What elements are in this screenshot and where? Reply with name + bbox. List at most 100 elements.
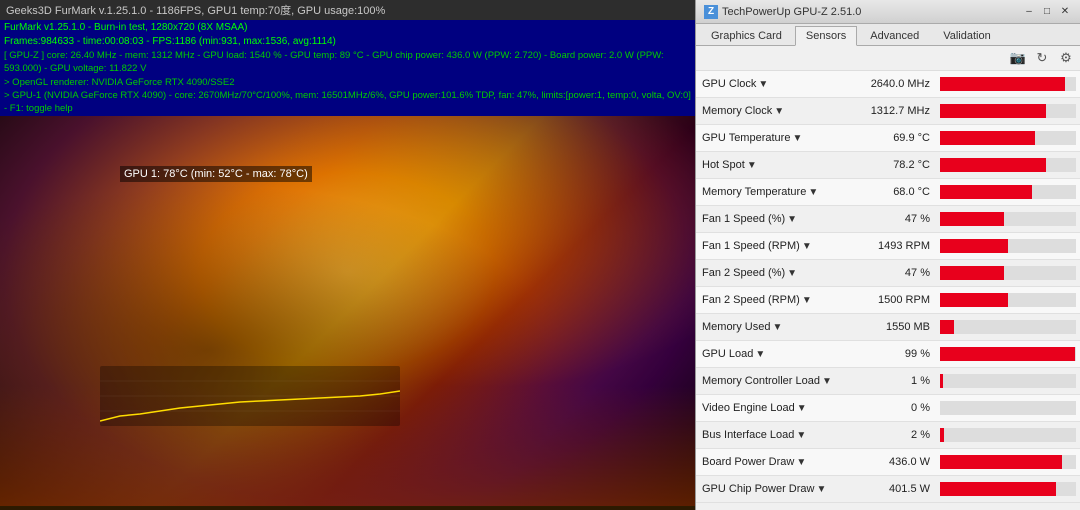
sensor-bar-1 xyxy=(940,104,1046,118)
sensor-value-7: 47 % xyxy=(856,267,936,279)
sensor-dropdown-10[interactable]: ▼ xyxy=(755,349,765,360)
minimize-button[interactable]: – xyxy=(1022,5,1036,19)
sensor-bar-container-13 xyxy=(940,428,1076,442)
sensor-value-6: 1493 RPM xyxy=(856,240,936,252)
sensor-row-3: Hot Spot▼78.2 °C xyxy=(696,152,1080,179)
sensor-row-9: Memory Used▼1550 MB xyxy=(696,314,1080,341)
sensor-bar-container-14 xyxy=(940,455,1076,469)
sensor-name-0: GPU Clock▼ xyxy=(696,78,856,90)
maximize-button[interactable]: □ xyxy=(1040,5,1054,19)
sensor-dropdown-5[interactable]: ▼ xyxy=(787,214,797,225)
furmark-titlebar: Geeks3D FurMark v.1.25.1.0 - 1186FPS, GP… xyxy=(0,0,695,20)
sensor-dropdown-15[interactable]: ▼ xyxy=(816,484,826,495)
gpu-temp-label: GPU 1: 78°C (min: 52°C - max: 78°C) xyxy=(120,166,312,182)
sensor-bar-11 xyxy=(940,374,943,388)
sensor-name-15: GPU Chip Power Draw▼ xyxy=(696,483,856,495)
screenshot-icon[interactable]: 📷 xyxy=(1008,48,1028,68)
sensor-value-8: 1500 RPM xyxy=(856,294,936,306)
sensor-bar-container-7 xyxy=(940,266,1076,280)
sensor-bar-container-12 xyxy=(940,401,1076,415)
sensor-name-12: Video Engine Load▼ xyxy=(696,402,856,414)
sensor-dropdown-7[interactable]: ▼ xyxy=(787,268,797,279)
furmark-info-line6: - F1: toggle help xyxy=(4,102,691,115)
sensor-bar-0 xyxy=(940,77,1065,91)
sensor-bar-7 xyxy=(940,266,1004,280)
sensor-name-7: Fan 2 Speed (%)▼ xyxy=(696,267,856,279)
sensor-value-4: 68.0 °C xyxy=(856,186,936,198)
sensor-value-13: 2 % xyxy=(856,429,936,441)
sensor-dropdown-4[interactable]: ▼ xyxy=(808,187,818,198)
settings-icon[interactable]: ⚙ xyxy=(1056,48,1076,68)
sensor-bar-container-15 xyxy=(940,482,1076,496)
sensor-row-7: Fan 2 Speed (%)▼47 % xyxy=(696,260,1080,287)
sensor-value-11: 1 % xyxy=(856,375,936,387)
sensors-table: GPU Clock▼2640.0 MHz Memory Clock▼1312.7 … xyxy=(696,71,1080,510)
sensor-name-6: Fan 1 Speed (RPM)▼ xyxy=(696,240,856,252)
sensor-name-11: Memory Controller Load▼ xyxy=(696,375,856,387)
sensor-value-0: 2640.0 MHz xyxy=(856,78,936,90)
sensor-dropdown-0[interactable]: ▼ xyxy=(758,79,768,90)
sensor-name-1: Memory Clock▼ xyxy=(696,105,856,117)
sensor-bar-6 xyxy=(940,239,1008,253)
sensor-value-12: 0 % xyxy=(856,402,936,414)
gpuz-title-text: TechPowerUp GPU-Z 2.51.0 xyxy=(722,6,861,18)
sensor-dropdown-1[interactable]: ▼ xyxy=(774,106,784,117)
sensor-row-6: Fan 1 Speed (RPM)▼1493 RPM xyxy=(696,233,1080,260)
sensor-bar-10 xyxy=(940,347,1075,361)
sensor-row-2: GPU Temperature▼69.9 °C xyxy=(696,125,1080,152)
sensor-value-1: 1312.7 MHz xyxy=(856,105,936,117)
tab-sensors[interactable]: Sensors xyxy=(795,26,857,46)
furmark-info-line4: > OpenGL renderer: NVIDIA GeForce RTX 40… xyxy=(4,76,691,89)
sensor-row-10: GPU Load▼99 % xyxy=(696,341,1080,368)
sensor-dropdown-9[interactable]: ▼ xyxy=(772,322,782,333)
sensor-dropdown-8[interactable]: ▼ xyxy=(802,295,812,306)
sensor-name-3: Hot Spot▼ xyxy=(696,159,856,171)
sensor-dropdown-11[interactable]: ▼ xyxy=(822,376,832,387)
temperature-graph xyxy=(100,366,400,426)
tab-graphics-card[interactable]: Graphics Card xyxy=(700,26,793,45)
furmark-panel: Geeks3D FurMark v.1.25.1.0 - 1186FPS, GP… xyxy=(0,0,695,510)
sensor-dropdown-12[interactable]: ▼ xyxy=(797,403,807,414)
sensor-value-10: 99 % xyxy=(856,348,936,360)
sensor-value-9: 1550 MB xyxy=(856,321,936,333)
sensor-dropdown-14[interactable]: ▼ xyxy=(796,457,806,468)
sensor-dropdown-6[interactable]: ▼ xyxy=(802,241,812,252)
sensor-value-5: 47 % xyxy=(856,213,936,225)
furmark-info-line2: Frames:984633 - time:00:08:03 - FPS:1186… xyxy=(4,35,691,49)
sensor-bar-container-1 xyxy=(940,104,1076,118)
sensor-bar-9 xyxy=(940,320,954,334)
sensor-bar-4 xyxy=(940,185,1032,199)
sensor-bar-container-5 xyxy=(940,212,1076,226)
sensor-bar-container-9 xyxy=(940,320,1076,334)
sensor-name-8: Fan 2 Speed (RPM)▼ xyxy=(696,294,856,306)
sensor-bar-container-2 xyxy=(940,131,1076,145)
sensor-bar-container-6 xyxy=(940,239,1076,253)
gpuz-toolbar: 📷 ↻ ⚙ xyxy=(696,46,1080,71)
sensor-bar-8 xyxy=(940,293,1008,307)
sensor-dropdown-2[interactable]: ▼ xyxy=(792,133,802,144)
gpuz-title-left: Z TechPowerUp GPU-Z 2.51.0 xyxy=(704,5,861,19)
sensor-row-14: Board Power Draw▼436.0 W xyxy=(696,449,1080,476)
sensor-value-14: 436.0 W xyxy=(856,456,936,468)
sensor-bar-container-3 xyxy=(940,158,1076,172)
gpuz-icon: Z xyxy=(704,5,718,19)
sensor-dropdown-3[interactable]: ▼ xyxy=(747,160,757,171)
sensor-bar-2 xyxy=(940,131,1035,145)
sensor-row-12: Video Engine Load▼0 % xyxy=(696,395,1080,422)
sensor-row-8: Fan 2 Speed (RPM)▼1500 RPM xyxy=(696,287,1080,314)
close-button[interactable]: ✕ xyxy=(1058,5,1072,19)
sensor-name-13: Bus Interface Load▼ xyxy=(696,429,856,441)
tab-advanced[interactable]: Advanced xyxy=(859,26,930,45)
refresh-icon[interactable]: ↻ xyxy=(1032,48,1052,68)
sensor-row-0: GPU Clock▼2640.0 MHz xyxy=(696,71,1080,98)
sensor-dropdown-13[interactable]: ▼ xyxy=(796,430,806,441)
sensor-bar-container-11 xyxy=(940,374,1076,388)
tab-validation[interactable]: Validation xyxy=(932,26,1002,45)
furmark-render-canvas: GPU 1: 78°C (min: 52°C - max: 78°C) xyxy=(0,116,695,506)
gpuz-panel: Z TechPowerUp GPU-Z 2.51.0 – □ ✕ Graphic… xyxy=(695,0,1080,510)
furmark-info-line3: [ GPU-Z ] core: 26.40 MHz - mem: 1312 MH… xyxy=(4,49,691,76)
sensor-bar-3 xyxy=(940,158,1046,172)
furmark-info-bar: FurMark v1.25.1.0 - Burn-in test, 1280x7… xyxy=(0,20,695,116)
sensor-row-15: GPU Chip Power Draw▼401.5 W xyxy=(696,476,1080,503)
sensor-value-2: 69.9 °C xyxy=(856,132,936,144)
